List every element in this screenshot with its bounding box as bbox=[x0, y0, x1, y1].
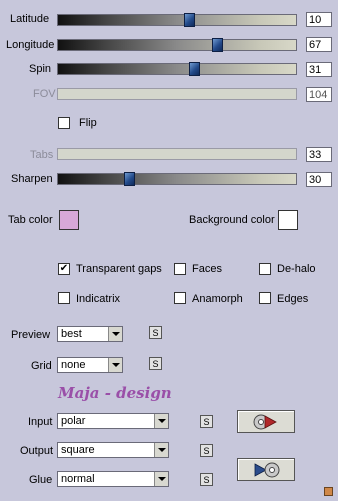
tab-color-label: Tab color bbox=[8, 214, 53, 226]
chevron-down-icon bbox=[154, 414, 168, 428]
edges-label: Edges bbox=[277, 293, 309, 305]
latitude-slider-handle[interactable] bbox=[184, 13, 195, 27]
de-halo-checkbox[interactable] bbox=[259, 263, 271, 275]
play-forward-button[interactable] bbox=[237, 410, 295, 433]
longitude-slider-handle[interactable] bbox=[212, 38, 223, 52]
preview-select[interactable]: best bbox=[57, 326, 123, 342]
sharpen-value-field[interactable]: 30 bbox=[306, 172, 332, 187]
anamorph-checkbox[interactable] bbox=[174, 292, 186, 304]
latitude-label: Latitude bbox=[10, 13, 50, 25]
output-select-value: square bbox=[61, 444, 95, 456]
sharpen-slider-handle[interactable] bbox=[124, 172, 135, 186]
flip-checkbox[interactable] bbox=[58, 117, 70, 129]
indicatrix-label: Indicatrix bbox=[76, 293, 121, 305]
spin-slider-handle[interactable] bbox=[189, 62, 200, 76]
latitude-value-field[interactable]: 10 bbox=[306, 12, 332, 27]
play-disc-icon bbox=[254, 462, 280, 478]
faces-checkbox[interactable] bbox=[174, 263, 186, 275]
fov-value-field: 104 bbox=[306, 87, 332, 102]
spin-value-field[interactable]: 31 bbox=[306, 62, 332, 77]
input-select[interactable]: polar bbox=[57, 413, 169, 429]
background-color-swatch[interactable] bbox=[278, 210, 298, 230]
anamorph-label: Anamorph bbox=[192, 293, 243, 305]
grid-label: Grid bbox=[31, 360, 52, 372]
flip-label: Flip bbox=[79, 117, 97, 129]
sharpen-slider[interactable] bbox=[57, 172, 297, 186]
faces-label: Faces bbox=[192, 263, 222, 275]
edges-checkbox[interactable] bbox=[259, 292, 271, 304]
glue-select-value: normal bbox=[61, 473, 95, 485]
input-s-button[interactable]: S bbox=[200, 415, 213, 428]
preview-label: Preview bbox=[11, 329, 51, 341]
grid-select-value: none bbox=[61, 359, 86, 371]
tabs-value-field[interactable]: 33 bbox=[306, 147, 332, 162]
sharpen-label: Sharpen bbox=[11, 173, 53, 185]
grid-select[interactable]: none bbox=[57, 357, 123, 373]
de-halo-label: De-halo bbox=[277, 263, 316, 275]
fov-label: FOV bbox=[33, 88, 56, 100]
spin-slider[interactable] bbox=[57, 62, 297, 76]
tabs-label: Tabs bbox=[30, 149, 54, 161]
preview-s-button[interactable]: S bbox=[149, 326, 162, 339]
grid-s-button[interactable]: S bbox=[149, 357, 162, 370]
output-select[interactable]: square bbox=[57, 442, 169, 458]
output-s-button[interactable]: S bbox=[200, 444, 213, 457]
disc-play-icon bbox=[253, 414, 277, 430]
chevron-down-icon bbox=[154, 443, 168, 457]
glue-s-button[interactable]: S bbox=[200, 473, 213, 486]
longitude-label: Longitude bbox=[6, 39, 55, 51]
glue-select[interactable]: normal bbox=[57, 471, 169, 487]
preview-select-value: best bbox=[61, 328, 82, 340]
transparent-gaps-checkbox[interactable]: ✔ bbox=[58, 263, 70, 275]
resize-grip-icon[interactable] bbox=[324, 487, 333, 496]
longitude-value-field[interactable]: 67 bbox=[306, 37, 332, 52]
indicatrix-checkbox[interactable] bbox=[58, 292, 70, 304]
transparent-gaps-label: Transparent gaps bbox=[76, 263, 162, 275]
tabs-slider bbox=[57, 148, 297, 160]
chevron-down-icon bbox=[108, 327, 122, 341]
spin-label: Spin bbox=[29, 63, 52, 75]
longitude-slider[interactable] bbox=[57, 38, 297, 52]
input-select-value: polar bbox=[61, 415, 86, 427]
play-reverse-button[interactable] bbox=[237, 458, 295, 481]
brand-logo-text: Maja - design bbox=[58, 384, 172, 402]
output-label: Output bbox=[20, 445, 54, 457]
fov-slider bbox=[57, 88, 297, 100]
glue-label: Glue bbox=[29, 474, 53, 486]
chevron-down-icon bbox=[154, 472, 168, 486]
latitude-slider[interactable] bbox=[57, 13, 297, 27]
tab-color-swatch[interactable] bbox=[59, 210, 79, 230]
background-color-label: Background color bbox=[189, 214, 275, 226]
input-label: Input bbox=[28, 416, 53, 428]
chevron-down-icon bbox=[108, 358, 122, 372]
